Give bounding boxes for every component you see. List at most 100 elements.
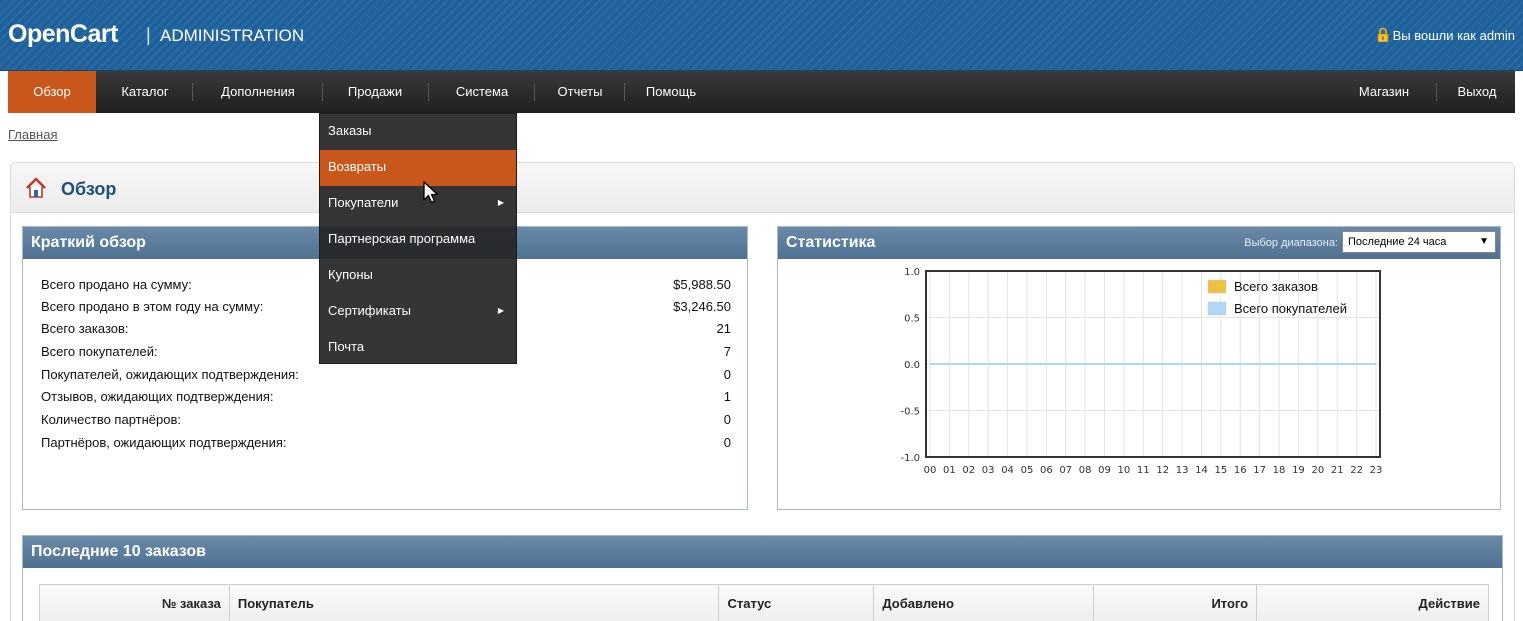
logo[interactable]: OpenCart [8, 20, 118, 49]
x-tick-label: 19 [1292, 465, 1305, 476]
y-tick-label: 1.0 [904, 267, 920, 278]
x-tick-label: 21 [1331, 465, 1344, 476]
x-tick-label: 06 [1040, 465, 1053, 476]
column-header-order-id[interactable]: № заказа [39, 584, 230, 621]
header: OpenCart | ADMINISTRATION Вы вошли как a… [0, 0, 1523, 71]
stat-label: Отзывов, ожидающих подтверждения: [41, 389, 274, 404]
x-tick-label: 22 [1350, 465, 1363, 476]
stat-row: Покупателей, ожидающих подтверждения: 0 [41, 367, 731, 389]
recent-orders-title: Последние 10 заказов [23, 536, 1502, 568]
stat-value: 0 [723, 412, 731, 427]
y-tick-label: 0.5 [904, 314, 920, 325]
legend-swatch [1207, 301, 1227, 316]
column-header-action: Действие [1256, 584, 1489, 621]
range-label: Выбор диапазона: [1244, 237, 1338, 249]
statistics-panel: Статистика Выбор диапазона: Последние 24… [777, 226, 1501, 510]
stat-label: Всего покупателей: [41, 344, 158, 359]
x-tick-label: 08 [1079, 465, 1092, 476]
stat-value: $3,246.50 [673, 299, 731, 314]
logo-separator: | [146, 25, 151, 45]
column-header-customer[interactable]: Покупатель [228, 584, 720, 621]
x-tick-label: 16 [1234, 465, 1247, 476]
menu-item-help[interactable]: Помощь [630, 71, 712, 113]
stat-label: Покупателей, ожидающих подтверждения: [41, 367, 299, 382]
statistics-chart: 1.0 0.5 0.0 -0.5 -1.0 00 01 02 03 04 05 06 07 08 09 10… [900, 267, 1383, 476]
x-tick-label: 13 [1176, 465, 1189, 476]
dropdown-item-label: Покупатели [328, 195, 399, 210]
dropdown-item-affiliates[interactable]: Партнерская программа [320, 222, 516, 258]
cursor-icon [423, 181, 439, 204]
menu-item-overview[interactable]: Обзор [8, 71, 96, 113]
y-tick-label: -0.5 [900, 407, 920, 418]
stat-value: 1 [723, 389, 731, 404]
page-title: Обзор [61, 179, 117, 199]
menu-divider [534, 83, 535, 101]
page-heading: Обзор [11, 163, 1514, 213]
range-select[interactable]: Последние 24 часа ▼ [1342, 231, 1496, 253]
login-status: Вы вошли как admin [1377, 27, 1515, 43]
x-tick-label: 15 [1215, 465, 1228, 476]
recent-orders-panel: Последние 10 заказов № заказа Покупатель… [22, 535, 1503, 621]
menu-divider [428, 83, 429, 101]
dropdown-item-mail[interactable]: Почта [320, 330, 516, 366]
menu-divider [624, 83, 625, 101]
stat-value: 21 [716, 321, 731, 336]
chart-y-ticks: 1.0 0.5 0.0 -0.5 -1.0 [900, 267, 920, 464]
dropdown-item-vouchers[interactable]: Сертификаты ▶ [320, 294, 516, 330]
chart-x-ticks: 00 01 02 03 04 05 06 07 08 09 10 11 12 13 14 15 16 17 18 19… [924, 465, 1383, 476]
menu-divider [192, 83, 193, 101]
stat-label: Количество партнёров: [41, 412, 181, 427]
x-tick-label: 01 [943, 465, 956, 476]
y-tick-label: -1.0 [900, 453, 920, 464]
stat-label: Всего продано в этом году на сумму: [41, 299, 264, 314]
menu-divider [1436, 83, 1437, 101]
breadcrumb-home-link[interactable]: Главная [8, 127, 57, 142]
sales-dropdown-menu: Заказы Возвраты Покупатели ▶ Партнерская… [319, 113, 517, 364]
stat-value: 0 [723, 367, 731, 382]
stat-label: Всего продано на сумму: [41, 277, 192, 292]
x-tick-label: 14 [1195, 465, 1208, 476]
lock-icon [1377, 27, 1388, 42]
menu-item-store[interactable]: Магазин [1338, 71, 1430, 113]
logo-subtitle: ADMINISTRATION [160, 26, 305, 45]
stat-row: Отзывов, ожидающих подтверждения: 1 [41, 389, 731, 411]
legend-label: Всего покупателей [1234, 301, 1347, 316]
column-header-status[interactable]: Статус [718, 584, 875, 621]
x-tick-label: 11 [1137, 465, 1150, 476]
menu-item-catalog[interactable]: Каталог [104, 71, 186, 113]
main-menu: Обзор Каталог Дополнения Продажи Система… [8, 71, 1515, 113]
table-header-row: № заказа Покупатель Статус Добавлено Ито… [39, 584, 1489, 621]
dropdown-item-returns[interactable]: Возвраты [320, 150, 516, 186]
chevron-right-icon: ▶ [497, 306, 504, 315]
dropdown-item-customers[interactable]: Покупатели ▶ [320, 186, 516, 222]
dropdown-item-orders[interactable]: Заказы [320, 114, 516, 150]
legend-swatch [1207, 279, 1227, 294]
dropdown-item-label: Сертификаты [328, 303, 411, 318]
login-text: Вы вошли как admin [1392, 28, 1515, 43]
menu-divider [322, 83, 323, 101]
menu-item-logout[interactable]: Выход [1442, 71, 1512, 113]
stat-row: Партнёров, ожидающих подтверждения: 0 [41, 435, 731, 457]
column-header-total[interactable]: Итого [1093, 584, 1258, 621]
x-tick-label: 04 [1001, 465, 1014, 476]
stat-row: Количество партнёров: 0 [41, 412, 731, 434]
x-tick-label: 03 [982, 465, 995, 476]
x-tick-label: 05 [1021, 465, 1034, 476]
home-icon [26, 177, 46, 198]
menu-item-reports[interactable]: Отчеты [540, 71, 620, 113]
statistics-panel-header: Статистика Выбор диапазона: Последние 24… [778, 227, 1500, 259]
dropdown-item-coupons[interactable]: Купоны [320, 258, 516, 294]
x-tick-label: 23 [1370, 465, 1383, 476]
stat-value: 7 [723, 344, 731, 359]
stat-label: Всего заказов: [41, 321, 129, 336]
menu-item-sales[interactable]: Продажи [328, 71, 422, 113]
chevron-down-icon: ▼ [1479, 236, 1489, 247]
x-tick-label: 00 [924, 465, 937, 476]
y-tick-label: 0.0 [904, 360, 920, 371]
column-header-date-added[interactable]: Добавлено [873, 584, 1095, 621]
menu-item-extensions[interactable]: Дополнения [200, 71, 316, 113]
stat-value: $5,988.50 [673, 277, 731, 292]
menu-item-system[interactable]: Система [434, 71, 530, 113]
x-tick-label: 07 [1059, 465, 1072, 476]
stat-value: 0 [723, 435, 731, 450]
